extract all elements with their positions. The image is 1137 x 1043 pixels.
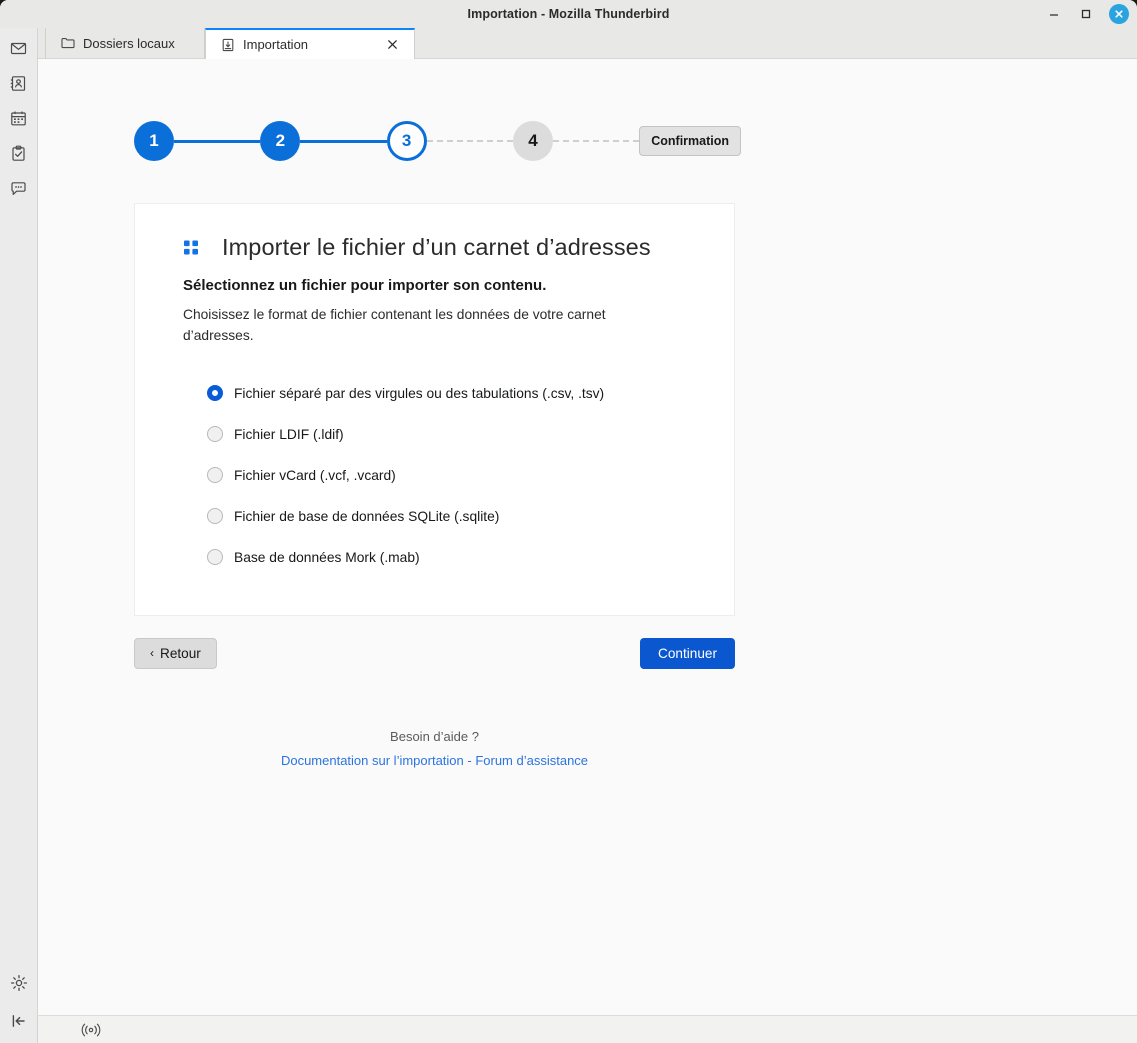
chat-icon[interactable] [7,176,31,200]
chevron-left-icon: ‹ [150,646,154,661]
radio-option-sqlite[interactable]: Fichier de base de données SQLite (.sqli… [183,503,734,530]
wizard: 1 2 3 4 Confirmation Importer le fichier… [38,117,742,768]
import-wizard-content: 1 2 3 4 Confirmation Importer le fichier… [38,59,1137,1015]
continue-button-label: Continuer [658,645,717,661]
close-tab-icon[interactable] [384,37,400,53]
radio-option-mork[interactable]: Base de données Mork (.mab) [183,544,734,571]
radio-label: Fichier LDIF (.ldif) [234,426,344,442]
radio-button[interactable] [207,385,223,402]
radio-button[interactable] [207,467,223,484]
window-title: Importation - Mozilla Thunderbird [467,6,670,21]
step-connector-3 [426,140,513,142]
radio-label: Fichier de base de données SQLite (.sqli… [234,508,500,524]
collapse-rail-icon[interactable] [7,1009,31,1033]
card-header: Importer le fichier d’un carnet d’adress… [183,234,734,261]
radio-button[interactable] [207,426,223,443]
radio-label: Base de données Mork (.mab) [234,549,420,565]
settings-gear-icon[interactable] [7,971,31,995]
step-4[interactable]: 4 [512,121,553,161]
tab-strip: Dossiers locaux Importation [38,28,1137,59]
folder-icon [60,36,75,51]
help-links: Documentation sur l’importation - Forum … [134,753,735,768]
radio-option-ldif[interactable]: Fichier LDIF (.ldif) [183,421,734,448]
radio-option-vcard[interactable]: Fichier vCard (.vcf, .vcard) [183,462,734,489]
help-separator: - [463,752,476,768]
step-2[interactable]: 2 [260,121,301,161]
step-1[interactable]: 1 [134,121,174,161]
radio-button[interactable] [207,549,223,566]
address-book-grid-icon [183,239,200,256]
close-icon[interactable] [1109,4,1129,24]
help-section: Besoin d’aide ? Documentation sur l’impo… [134,729,735,768]
card-subtitle: Sélectionnez un fichier pour importer so… [183,277,547,294]
sync-activity-icon [80,1023,102,1037]
mail-icon[interactable] [7,36,31,60]
file-format-radio-group: Fichier séparé par des virgules ou des t… [183,380,734,571]
tab-importation[interactable]: Importation [205,28,415,59]
tab-label: Importation [243,37,309,52]
step-connector-1 [174,139,261,143]
radio-option-csv[interactable]: Fichier séparé par des virgules ou des t… [183,380,734,407]
back-button-label: Retour [160,645,201,661]
minimize-icon[interactable] [1045,5,1063,23]
main-column: Dossiers locaux Importation 1 2 3 4 Conf… [38,28,1137,1043]
card-title: Importer le fichier d’un carnet d’adress… [222,234,651,260]
documentation-link[interactable]: Documentation sur l’importation [281,753,464,768]
import-card: Importer le fichier d’un carnet d’adress… [134,203,735,616]
import-icon [220,37,235,52]
wizard-stepper: 1 2 3 4 Confirmation [134,117,742,165]
maximize-icon[interactable] [1077,5,1095,23]
window-controls [1045,0,1129,28]
spaces-rail-top [7,36,31,200]
tab-dossiers-locaux[interactable]: Dossiers locaux [45,28,205,58]
wizard-buttons: ‹ Retour Continuer [134,637,735,669]
continue-button[interactable]: Continuer [640,637,735,669]
step-3[interactable]: 3 [386,121,427,161]
tasks-icon[interactable] [7,141,31,165]
radio-button[interactable] [207,508,223,525]
window-body: Dossiers locaux Importation 1 2 3 4 Conf… [0,28,1137,1043]
back-button[interactable]: ‹ Retour [134,637,217,669]
radio-label: Fichier vCard (.vcf, .vcard) [234,467,396,483]
status-bar [38,1015,1137,1043]
step-connector-2 [300,139,387,143]
address-book-icon[interactable] [7,71,31,95]
title-bar: Importation - Mozilla Thunderbird [0,0,1137,28]
confirmation-badge[interactable]: Confirmation [639,126,742,156]
thunderbird-window: Importation - Mozilla Thunderbird Dossie… [0,0,1137,1043]
help-question: Besoin d’aide ? [390,728,479,744]
support-forum-link[interactable]: Forum d’assistance [475,753,588,768]
calendar-icon[interactable] [7,106,31,130]
spaces-rail-bottom [7,971,31,1043]
radio-label: Fichier séparé par des virgules ou des t… [234,385,605,401]
tab-label: Dossiers locaux [83,35,175,51]
step-connector-4 [552,140,640,142]
spaces-rail [0,28,38,1043]
card-description: Choisissez le format de fichier contenan… [183,307,606,344]
